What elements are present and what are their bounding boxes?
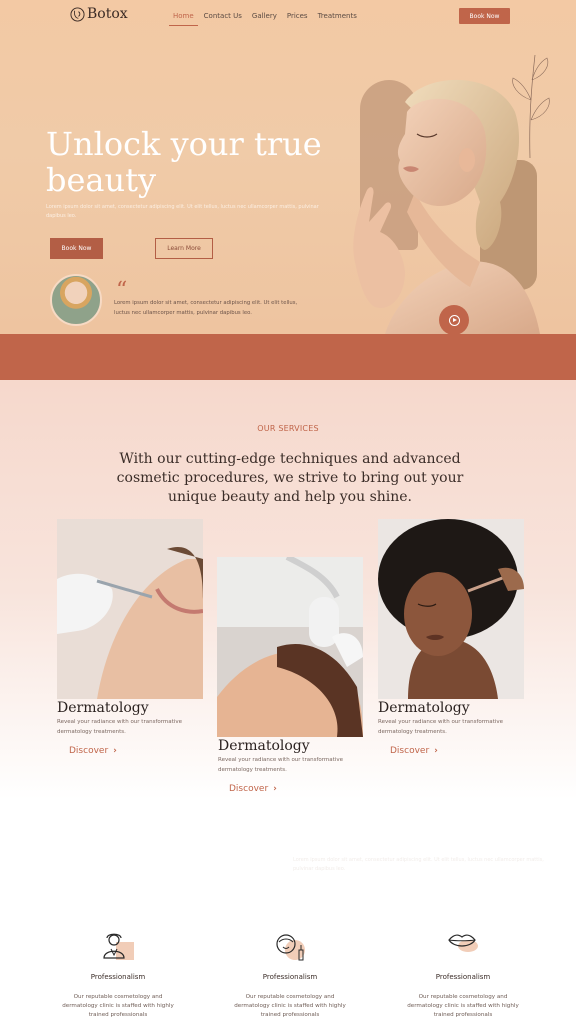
discover-label: Discover [69, 746, 109, 756]
services-label: OUR SERVICES [257, 424, 319, 433]
header-book-now-button[interactable]: Book Now [459, 8, 510, 24]
service-card-discover-link[interactable]: Discover › [229, 784, 277, 794]
nav-item-treatments[interactable]: Treatments [318, 12, 357, 24]
hero-title: Unlock your true beauty [46, 125, 322, 199]
nav-item-contact[interactable]: Contact Us [204, 12, 242, 24]
accent-band [0, 334, 576, 380]
service-card-title: Dermatology [57, 700, 149, 716]
nav-item-gallery[interactable]: Gallery [252, 12, 277, 24]
service-card-image [217, 557, 363, 737]
service-card-discover-link[interactable]: Discover › [69, 746, 117, 756]
service-card-title: Dermatology [218, 738, 310, 754]
service-card-title: Dermatology [378, 700, 470, 716]
site-header: Botox Home Contact Us Gallery Prices Tre… [0, 0, 576, 32]
hero-woman-image [353, 79, 540, 334]
main-nav: Home Contact Us Gallery Prices Treatment… [169, 12, 357, 26]
services-heading: With our cutting-edge techniques and adv… [116, 451, 464, 505]
discover-label: Discover [390, 746, 430, 756]
laser-treatment-photo [217, 557, 363, 737]
testimonial-text: Lorem ipsum dolor sit amet, consectetur … [114, 300, 298, 316]
service-card-image [57, 519, 203, 699]
play-icon [448, 314, 460, 326]
feature-title: Professionalism [90, 973, 146, 981]
service-card-desc: Reveal your radiance with our transforma… [57, 719, 182, 735]
feature-title: Professionalism [262, 973, 318, 981]
hero-learn-more-button[interactable]: Learn More [155, 238, 213, 259]
faint-caption-text: Lorem ipsum dolor sit amet, consectetur … [293, 857, 544, 872]
injection-photo [57, 519, 203, 699]
testimonial-avatar [50, 274, 102, 326]
nav-item-prices[interactable]: Prices [287, 12, 308, 24]
chevron-right-icon: › [113, 746, 117, 756]
play-video-button[interactable] [439, 305, 469, 335]
site-logo[interactable]: Botox [70, 6, 128, 22]
chevron-right-icon: › [273, 784, 277, 794]
hero-subtitle: Lorem ipsum dolor sit amet, consectetur … [46, 204, 319, 219]
doctor-icon [103, 933, 134, 960]
service-card-image [378, 519, 524, 699]
discover-label: Discover [229, 784, 269, 794]
serum-portrait-photo [378, 519, 524, 699]
logo-text: Botox [87, 6, 128, 22]
service-card-discover-link[interactable]: Discover › [390, 746, 438, 756]
logo-face-icon [70, 6, 85, 22]
face-serum-icon [276, 934, 305, 961]
feature-desc: Our reputable cosmetology and dermatolog… [62, 994, 174, 1018]
hero-book-now-button[interactable]: Book Now [50, 238, 103, 259]
feature-title: Professionalism [435, 973, 491, 981]
feature-desc: Our reputable cosmetology and dermatolog… [234, 994, 346, 1018]
feature-desc: Our reputable cosmetology and dermatolog… [407, 994, 519, 1018]
lips-icon [448, 934, 478, 952]
chevron-right-icon: › [434, 746, 438, 756]
service-card-desc: Reveal your radiance with our transforma… [218, 757, 343, 773]
nav-item-home[interactable]: Home [169, 12, 198, 26]
service-card-desc: Reveal your radiance with our transforma… [378, 719, 503, 735]
